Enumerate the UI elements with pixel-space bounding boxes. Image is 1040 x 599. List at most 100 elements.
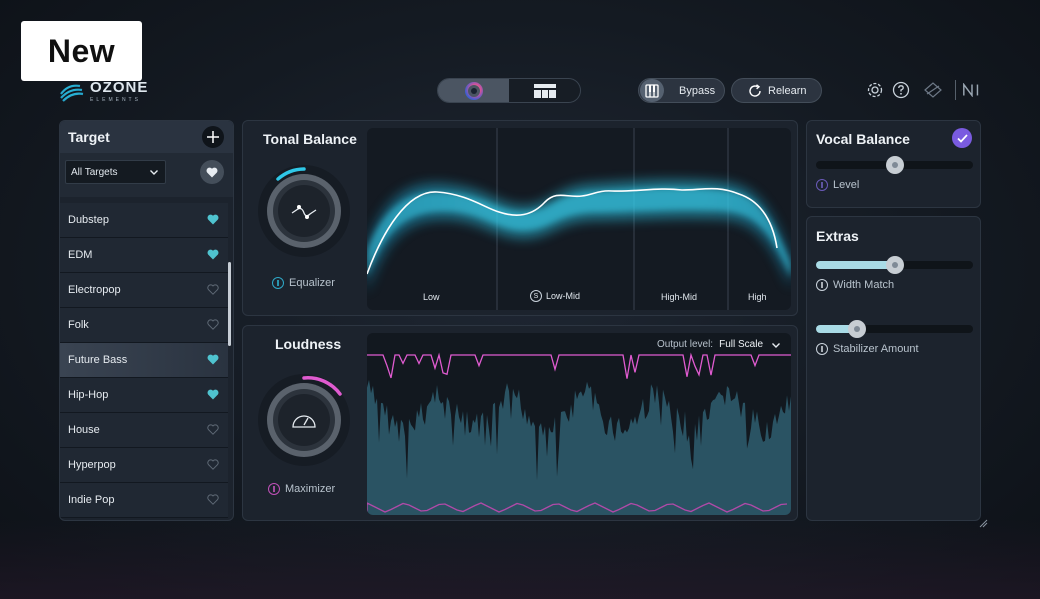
- target-list-item[interactable]: Indie Pop: [60, 483, 228, 518]
- bypass-button[interactable]: Bypass: [638, 78, 725, 103]
- target-item-label: Hip-Hop: [68, 389, 109, 401]
- target-list: Dubstep EDM Electropop Folk Future Bass Hip-H…: [60, 203, 228, 518]
- stabilizer-slider[interactable]: [816, 320, 973, 338]
- heart-filled-icon[interactable]: [207, 389, 219, 403]
- target-list-item[interactable]: Future Bass: [60, 343, 228, 378]
- assistant-view-button[interactable]: [438, 79, 509, 102]
- heart-filled-icon[interactable]: [207, 354, 219, 368]
- target-filter-select[interactable]: All Targets: [65, 160, 166, 184]
- target-list-item[interactable]: Electropop: [60, 273, 228, 308]
- chevron-down-icon: [772, 342, 780, 348]
- target-item-label: Dubstep: [68, 214, 109, 226]
- vocal-level-slider[interactable]: [816, 156, 973, 174]
- target-filter-value: All Targets: [71, 166, 118, 178]
- piano-icon: [640, 79, 664, 102]
- izotope-logo-icon[interactable]: [923, 80, 943, 100]
- heart-outline-icon[interactable]: [207, 319, 219, 333]
- width-match-label: Width Match: [833, 279, 895, 291]
- power-icon: [816, 279, 828, 291]
- equalizer-label: Equalizer: [289, 277, 335, 289]
- target-item-label: Future Bass: [68, 354, 128, 366]
- maximizer-knob[interactable]: [256, 372, 352, 468]
- top-right-icons: [865, 80, 988, 100]
- loudness-waveform: [367, 352, 791, 515]
- power-icon: [816, 179, 828, 191]
- heart-outline-icon[interactable]: [207, 494, 219, 508]
- target-list-item[interactable]: House: [60, 413, 228, 448]
- target-item-label: EDM: [68, 249, 93, 261]
- target-list-scrollbar[interactable]: [228, 262, 231, 346]
- vocal-balance-enable-checkbox[interactable]: [952, 128, 972, 148]
- band-low-mid-label[interactable]: S Low-Mid: [530, 290, 580, 302]
- relearn-button[interactable]: Relearn: [731, 78, 822, 103]
- target-list-item[interactable]: Folk: [60, 308, 228, 343]
- target-title: Target: [68, 129, 110, 145]
- heart-icon: [206, 167, 218, 177]
- power-icon: [272, 277, 284, 289]
- target-item-label: Hyperpop: [68, 459, 116, 471]
- target-list-item[interactable]: EDM: [60, 238, 228, 273]
- loudness-title: Loudness: [275, 336, 342, 352]
- modules-view-button[interactable]: [509, 79, 580, 102]
- band-high-label: High: [748, 292, 767, 302]
- heart-filled-icon[interactable]: [207, 214, 219, 228]
- checkmark-icon: [956, 133, 968, 143]
- ozone-logo-icon: [60, 84, 84, 102]
- help-icon[interactable]: [891, 80, 911, 100]
- plus-icon: [207, 131, 219, 143]
- refresh-icon: [748, 83, 762, 98]
- settings-gear-icon[interactable]: [865, 80, 885, 100]
- target-list-item[interactable]: Hip-Hop: [60, 378, 228, 413]
- stabilizer-thumb[interactable]: [847, 320, 866, 338]
- bypass-label: Bypass: [679, 84, 716, 97]
- add-target-button[interactable]: [202, 126, 224, 148]
- vocal-level-thumb[interactable]: [885, 156, 904, 174]
- maximizer-label: Maximizer: [285, 483, 336, 495]
- target-header: Target: [60, 121, 233, 153]
- target-panel: Target All Targets Dubstep EDM Electropop F…: [59, 120, 234, 521]
- resize-handle-icon[interactable]: [978, 518, 988, 528]
- tonal-balance-curve: [367, 128, 791, 310]
- target-item-label: Indie Pop: [68, 494, 115, 506]
- ni-logo-icon[interactable]: [962, 80, 982, 100]
- tonal-balance-panel: Tonal Balance Equalizer Low S Low-Mid Hi…: [242, 120, 798, 316]
- solo-icon: S: [530, 290, 542, 302]
- band-low-mid-text: Low-Mid: [546, 291, 581, 301]
- width-match-toggle[interactable]: Width Match: [816, 279, 894, 291]
- heart-outline-icon[interactable]: [207, 459, 219, 473]
- equalizer-toggle[interactable]: Equalizer: [272, 277, 335, 289]
- loudness-panel: Loudness Maximizer Output level: Full Sc…: [242, 325, 798, 521]
- target-list-item[interactable]: Dubstep: [60, 203, 228, 238]
- target-item-label: House: [68, 424, 100, 436]
- output-level-select[interactable]: Output level: Full Scale: [657, 339, 781, 350]
- power-icon: [816, 343, 828, 355]
- logo-name: OZONE: [90, 79, 149, 96]
- equalizer-knob[interactable]: [256, 163, 352, 259]
- new-badge: New: [21, 21, 142, 81]
- heart-filled-icon[interactable]: [207, 249, 219, 263]
- vocal-level-toggle[interactable]: Level: [816, 179, 859, 191]
- divider: [955, 80, 956, 100]
- target-item-label: Folk: [68, 319, 89, 331]
- extras-panel: Extras Width Match Stabilizer Amount: [806, 216, 981, 521]
- width-match-slider[interactable]: [816, 256, 973, 274]
- tonal-balance-graph: Low S Low-Mid High-Mid High: [367, 128, 791, 310]
- band-high-mid-label: High-Mid: [661, 292, 698, 302]
- tonal-balance-title: Tonal Balance: [263, 131, 357, 147]
- heart-outline-icon[interactable]: [207, 284, 219, 298]
- width-match-fill: [816, 261, 895, 269]
- output-level-label: Output level:: [656, 339, 714, 350]
- target-list-item[interactable]: Hyperpop: [60, 448, 228, 483]
- width-match-thumb[interactable]: [885, 256, 904, 274]
- view-toggle[interactable]: [437, 78, 581, 103]
- eq-curve-icon: [291, 205, 317, 219]
- vocal-level-label: Level: [833, 179, 860, 191]
- modules-grid-icon: [533, 83, 556, 98]
- favorites-filter-button[interactable]: [200, 160, 224, 184]
- logo-subtitle: ELEMENTS: [90, 97, 141, 103]
- heart-outline-icon[interactable]: [207, 424, 219, 438]
- band-low-label: Low: [423, 292, 440, 302]
- target-filter-row: All Targets: [60, 153, 233, 197]
- stabilizer-toggle[interactable]: Stabilizer Amount: [816, 343, 919, 355]
- maximizer-toggle[interactable]: Maximizer: [268, 483, 335, 495]
